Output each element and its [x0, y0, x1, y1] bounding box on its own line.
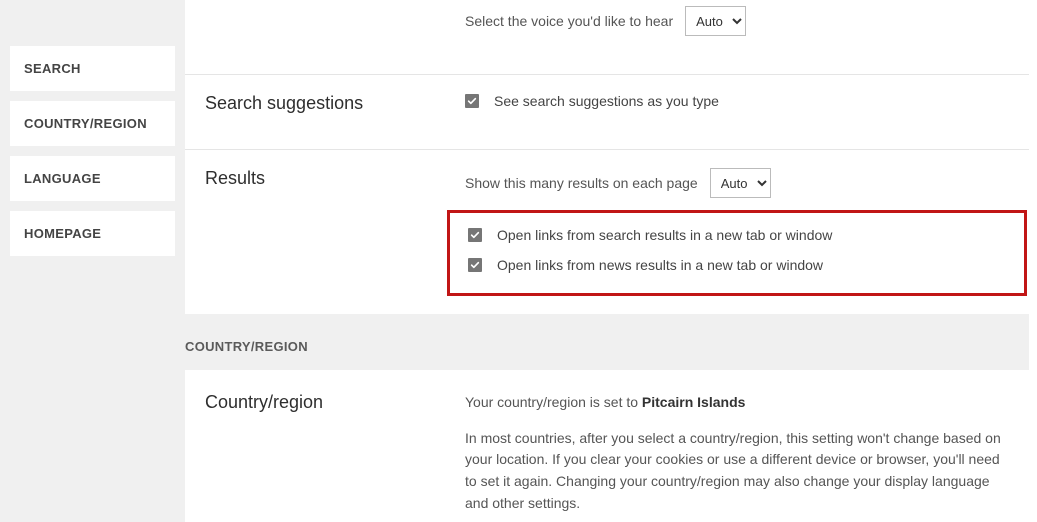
results-row: Results Show this many results on each p… — [185, 149, 1029, 314]
settings-main: Select the voice you'd like to hear Auto… — [185, 0, 1037, 522]
group-header-country-region: COUNTRY/REGION — [185, 314, 1029, 370]
sidebar-item-label: SEARCH — [24, 61, 81, 76]
section-heading-results: Results — [205, 168, 465, 296]
country-region-row: Country/region Your country/region is se… — [185, 370, 1029, 522]
sidebar-item-label: LANGUAGE — [24, 171, 101, 186]
section-heading-suggestions: Search suggestions — [205, 93, 465, 123]
sidebar-item-country-region[interactable]: COUNTRY/REGION — [10, 101, 175, 146]
voice-select[interactable]: Auto — [685, 6, 746, 36]
open-search-new-tab-checkbox[interactable] — [468, 228, 482, 242]
section-heading-country-region: Country/region — [205, 392, 465, 522]
suggestions-checkbox-label: See search suggestions as you type — [494, 93, 719, 109]
results-highlight-box: Open links from search results in a new … — [447, 210, 1027, 296]
results-per-page-select[interactable]: Auto — [710, 168, 771, 198]
open-news-new-tab-checkbox[interactable] — [468, 258, 482, 272]
suggestions-checkbox[interactable] — [465, 94, 479, 108]
sidebar-item-label: HOMEPAGE — [24, 226, 101, 241]
country-region-set-prefix: Your country/region is set to — [465, 394, 642, 410]
open-search-new-tab-label: Open links from search results in a new … — [497, 227, 832, 243]
open-news-new-tab-label: Open links from news results in a new ta… — [497, 257, 823, 273]
search-suggestions-row: Search suggestions See search suggestion… — [185, 74, 1029, 149]
group-header-label: COUNTRY/REGION — [185, 339, 308, 354]
country-region-description: In most countries, after you select a co… — [465, 428, 1009, 515]
country-region-set-text: Your country/region is set to Pitcairn I… — [465, 392, 1009, 414]
sidebar-item-label: COUNTRY/REGION — [24, 116, 147, 131]
sidebar-item-search[interactable]: SEARCH — [10, 46, 175, 91]
settings-sidebar: SEARCH COUNTRY/REGION LANGUAGE HOMEPAGE — [0, 0, 185, 522]
voice-label: Select the voice you'd like to hear — [465, 13, 673, 29]
sidebar-item-homepage[interactable]: HOMEPAGE — [10, 211, 175, 256]
country-region-current: Pitcairn Islands — [642, 394, 745, 410]
voice-row: Select the voice you'd like to hear Auto — [185, 0, 1029, 74]
sidebar-item-language[interactable]: LANGUAGE — [10, 156, 175, 201]
results-per-page-label: Show this many results on each page — [465, 175, 698, 191]
